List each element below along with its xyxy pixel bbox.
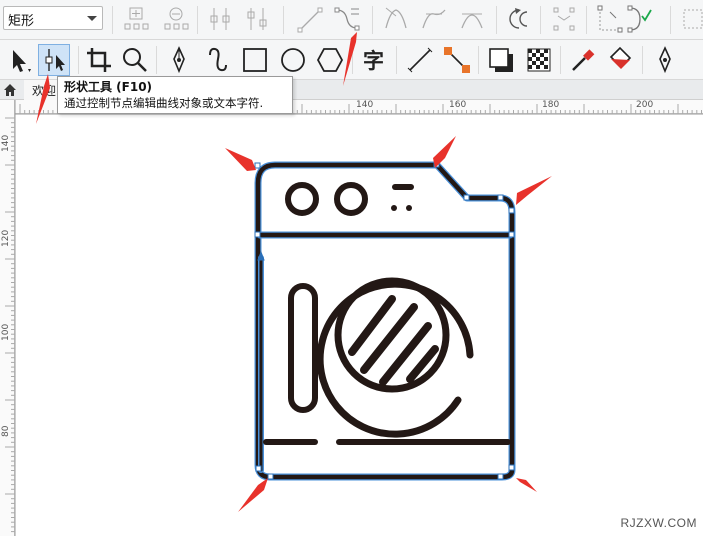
separator: [78, 46, 79, 74]
delete-node-icon[interactable]: [162, 4, 190, 34]
ruler-label: 140: [356, 100, 374, 110]
reverse-direction-icon[interactable]: [505, 4, 533, 34]
ruler-label: 80: [1, 425, 11, 437]
shape-tool-icon: [45, 49, 65, 71]
selection-nodes[interactable]: [254, 161, 515, 480]
svg-text:字: 字: [363, 49, 384, 73]
rectangle-tool-icon[interactable]: [240, 45, 270, 75]
ruler-label: 100: [1, 323, 11, 341]
text-tool-icon[interactable]: 字: [360, 45, 390, 75]
close-curve-icon[interactable]: [596, 4, 624, 34]
vertical-ruler[interactable]: 140 120 100 80: [0, 100, 15, 536]
cusp-node-icon[interactable]: [382, 4, 410, 34]
tab-label: 欢迎: [32, 84, 57, 98]
shape-type-value: 矩形: [8, 14, 35, 29]
break-curve-icon[interactable]: [243, 4, 271, 34]
convert-to-curve-icon[interactable]: [333, 4, 361, 34]
select-all-nodes-icon[interactable]: [678, 4, 703, 34]
connector-tool-icon[interactable]: [442, 45, 472, 75]
separator: [586, 6, 587, 34]
freehand-tool-icon[interactable]: [202, 45, 232, 75]
close-curve-check-icon[interactable]: [626, 4, 654, 34]
separator: [156, 46, 157, 74]
separator: [197, 6, 198, 34]
crop-tool-icon[interactable]: [84, 45, 114, 75]
extend-curve-icon[interactable]: [550, 4, 578, 34]
washing-machine-drawing[interactable]: [254, 161, 516, 481]
zoom-tool-icon[interactable]: [120, 45, 150, 75]
separator: [283, 6, 284, 34]
ellipse-tool-icon[interactable]: [278, 45, 308, 75]
separator: [478, 46, 479, 74]
symmetrical-node-icon[interactable]: [458, 4, 486, 34]
ruler-label: 120: [1, 229, 11, 247]
ruler-label: 180: [542, 100, 560, 110]
separator: [540, 6, 541, 34]
add-node-icon[interactable]: [122, 4, 150, 34]
eyedropper-tool-icon[interactable]: [568, 45, 598, 75]
watermark: RJZXW.COM: [620, 516, 697, 530]
separator: [112, 6, 113, 34]
polygon-tool-icon[interactable]: [315, 45, 345, 75]
transparency-tool-icon[interactable]: [524, 45, 554, 75]
separator: [560, 46, 561, 74]
ruler-label: 160: [449, 100, 467, 110]
smooth-node-icon[interactable]: [420, 4, 448, 34]
separator: [352, 46, 353, 74]
pick-tool-icon[interactable]: [4, 45, 34, 75]
separator: [496, 6, 497, 34]
ruler-label: 200: [636, 100, 654, 110]
tooltip-description: 通过控制节点编辑曲线对象或文本字符.: [64, 96, 264, 110]
toolbox: 字: [0, 40, 703, 80]
join-nodes-icon[interactable]: [206, 4, 234, 34]
pen-tool-icon[interactable]: [164, 45, 194, 75]
separator: [396, 46, 397, 74]
drop-shadow-tool-icon[interactable]: [486, 45, 516, 75]
separator: [642, 46, 643, 74]
shape-tool-tooltip: 形状工具 (F10) 通过控制节点编辑曲线对象或文本字符.: [57, 76, 293, 114]
property-bar: 矩形: [0, 0, 703, 40]
chevron-down-icon: [87, 16, 97, 21]
interactive-fill-tool-icon[interactable]: [605, 45, 635, 75]
smart-fill-tool-icon[interactable]: [650, 45, 680, 75]
separator: [670, 6, 671, 34]
tooltip-title: 形状工具 (F10): [64, 80, 153, 94]
separator: [372, 6, 373, 34]
home-icon[interactable]: [2, 82, 18, 98]
shape-type-dropdown[interactable]: 矩形: [3, 6, 103, 30]
ruler-label: 140: [1, 134, 11, 152]
parallel-dimension-tool-icon[interactable]: [405, 45, 435, 75]
convert-to-line-icon[interactable]: [296, 4, 324, 34]
